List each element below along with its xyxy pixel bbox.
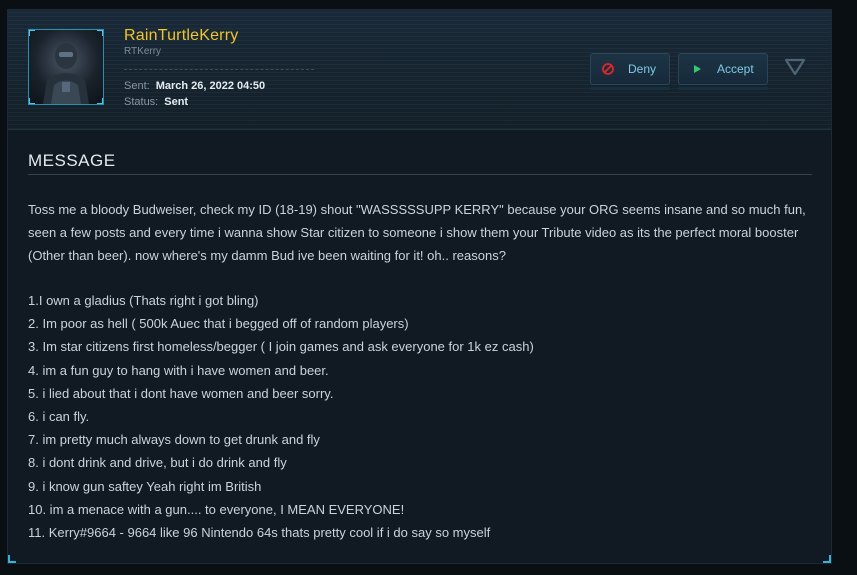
list-item: 1.I own a gladius (Thats right i got bli… (28, 293, 259, 308)
sent-value: March 26, 2022 04:50 (155, 80, 266, 92)
pilot-figure-icon (43, 43, 89, 104)
sent-row: Sent: March 26, 2022 04:50 (124, 80, 265, 92)
list-item: 4. im a fun guy to hang with i have wome… (28, 362, 329, 378)
list-item: 10. im a menace with a gun.... to everyo… (28, 501, 405, 517)
frame-corner (823, 555, 831, 563)
frame-corner (8, 555, 16, 563)
no-entry-icon (602, 63, 614, 75)
message-body: Toss me a bloody Budweiser, check my ID … (28, 198, 818, 544)
play-icon (694, 65, 701, 73)
divider (124, 69, 314, 70)
list-item: 3. Im star citizens first homeless/begge… (28, 339, 534, 355)
status-row: Status: Sent (124, 96, 188, 108)
triangle-down-icon[interactable] (784, 57, 806, 77)
accept-button[interactable]: Accept (678, 53, 768, 90)
deny-label: Deny (628, 62, 657, 76)
list-item: 7. im pretty much always down to get dru… (28, 432, 320, 448)
avatar-corner (97, 98, 103, 104)
avatar-corner (97, 30, 103, 36)
applicant-header: RainTurtleKerry RTKerry Sent: March 26, 2… (8, 10, 831, 130)
accept-label: Accept (717, 62, 754, 76)
applicant-handle: RTKerry (124, 46, 162, 57)
list-item: 5. i lied about that i dont have women a… (28, 385, 334, 401)
list-item: 2. Im poor as hell ( 500k Auec that i be… (28, 316, 409, 332)
applicant-name[interactable]: RainTurtleKerry (124, 27, 238, 45)
deny-button[interactable]: Deny (590, 53, 670, 90)
avatar-corner (29, 98, 35, 104)
avatar-corner (29, 30, 35, 36)
list-item: 9. i know gun saftey Yeah right im Briti… (28, 478, 262, 494)
status-value: Sent (164, 96, 189, 108)
status-label: Status: (124, 96, 159, 108)
avatar[interactable] (28, 29, 104, 105)
message-divider (28, 174, 812, 175)
message-intro: Toss me a bloody Budweiser, check my ID … (28, 202, 806, 263)
list-item: 8. i dont drink and drive, but i do drin… (28, 455, 287, 471)
list-item: 6. i can fly. (28, 409, 90, 425)
list-item: 11. Kerry#9664 - 9664 like 96 Nintendo 6… (28, 525, 491, 541)
application-card: RainTurtleKerry RTKerry Sent: March 26, 2… (7, 9, 832, 564)
message-heading: MESSAGE (28, 151, 116, 170)
sent-label: Sent: (124, 80, 150, 92)
